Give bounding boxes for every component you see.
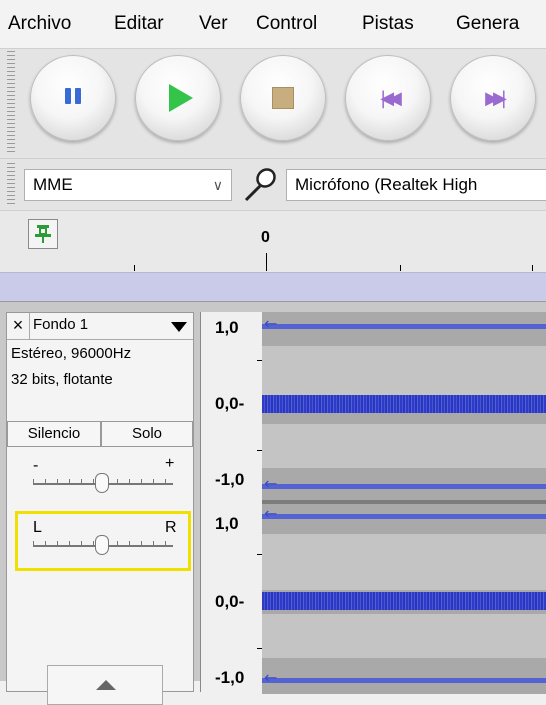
recording-device-value: Micrófono (Realtek High [295, 175, 478, 194]
ruler-minor-tick [134, 265, 135, 271]
skip-to-start-button[interactable]: |◀◀ [345, 55, 431, 141]
waveform-channel-left[interactable]: ← ← [262, 312, 546, 502]
chevron-down-icon: ∨ [212, 177, 223, 193]
clip-line-bottom [262, 484, 546, 489]
ruler-major-tick [266, 253, 267, 271]
collapse-track-button[interactable] [47, 665, 163, 705]
scale-ch2-top: 1,0 [215, 514, 239, 533]
microphone-icon [244, 168, 276, 202]
menu-control[interactable]: Control [256, 13, 317, 35]
pin-head-button[interactable] [28, 219, 58, 249]
menu-pistas[interactable]: Pistas [362, 13, 414, 35]
track-name[interactable]: Fondo 1 [33, 316, 88, 333]
ruler-minor-tick [532, 265, 533, 271]
pan-slider-thumb[interactable] [95, 535, 109, 555]
stop-button[interactable] [240, 55, 326, 141]
clip-line-top [262, 514, 546, 519]
solo-button[interactable]: Solo [101, 421, 193, 447]
track-title-row: × Fondo 1 [7, 313, 193, 340]
recording-device-select[interactable]: Micrófono (Realtek High [286, 169, 546, 201]
device-toolbar-grip[interactable] [4, 163, 18, 207]
gain-minus-label: - [33, 457, 39, 474]
arrow-left-icon: ← [264, 668, 278, 687]
vertical-amplitude-scale[interactable]: 1,0 0,0- -1,0 1,0 0,0- -1,0 [200, 312, 263, 692]
play-icon [169, 84, 193, 112]
waveform-display[interactable]: ← ← ← ← [262, 312, 546, 694]
close-track-button[interactable]: × [7, 313, 30, 339]
scrub-bar[interactable] [0, 272, 546, 303]
arrow-left-icon: ← [264, 474, 278, 493]
ruler-minor-tick [400, 265, 401, 271]
skip-to-start-icon: |◀◀ [380, 87, 402, 109]
toolbar-grip[interactable] [4, 51, 18, 155]
waveform-channel-right[interactable]: ← ← [262, 504, 546, 694]
audio-host-select[interactable]: MME ∨ [24, 169, 232, 201]
stop-icon [272, 87, 294, 109]
pan-right-label: R [165, 519, 177, 536]
scale-ch2-bottom: -1,0 [215, 668, 245, 687]
menu-editar[interactable]: Editar [114, 13, 164, 35]
track-area: × Fondo 1 Estéreo, 96000Hz 32 bits, flot… [0, 302, 546, 705]
gain-slider-thumb[interactable] [95, 473, 109, 493]
track-menu-dropdown-icon[interactable] [171, 322, 187, 332]
scale-ch1-bottom: -1,0 [215, 470, 245, 489]
menu-ver[interactable]: Ver [199, 13, 228, 35]
timeline-ruler[interactable]: 0 [0, 210, 546, 273]
skip-to-end-button[interactable]: ▶▶| [450, 55, 536, 141]
device-toolbar: MME ∨ Micrófono (Realtek High [0, 158, 546, 211]
waveform-signal [262, 395, 546, 413]
pause-icon [63, 87, 83, 109]
track-control-panel: × Fondo 1 Estéreo, 96000Hz 32 bits, flot… [6, 312, 194, 705]
mute-button[interactable]: Silencio [7, 421, 101, 447]
ruler-zero-label: 0 [261, 229, 270, 246]
scale-ch1-mid: 0,0- [215, 394, 245, 413]
menu-archivo[interactable]: Archivo [8, 13, 71, 35]
menu-bar: Archivo Editar Ver Control Pistas Genera [0, 0, 546, 48]
clip-line-top [262, 324, 546, 329]
audio-host-value: MME [33, 175, 73, 194]
scale-ch1-top: 1,0 [215, 318, 239, 337]
menu-genera[interactable]: Genera [456, 13, 519, 35]
waveform-signal [262, 592, 546, 610]
pin-icon [35, 225, 51, 243]
gain-plus-label: + [165, 455, 175, 472]
transport-toolbar: |◀◀ ▶▶| [0, 48, 546, 159]
scale-ch2-mid: 0,0- [215, 592, 245, 611]
skip-to-end-icon: ▶▶| [485, 87, 507, 109]
pan-left-label: L [33, 519, 42, 536]
arrow-left-icon: ← [264, 314, 278, 333]
play-button[interactable] [135, 55, 221, 141]
track-format-rate: Estéreo, 96000Hz [11, 345, 132, 362]
track-format-bits: 32 bits, flotante [11, 371, 113, 388]
arrow-left-icon: ← [264, 504, 278, 523]
pause-button[interactable] [30, 55, 116, 141]
